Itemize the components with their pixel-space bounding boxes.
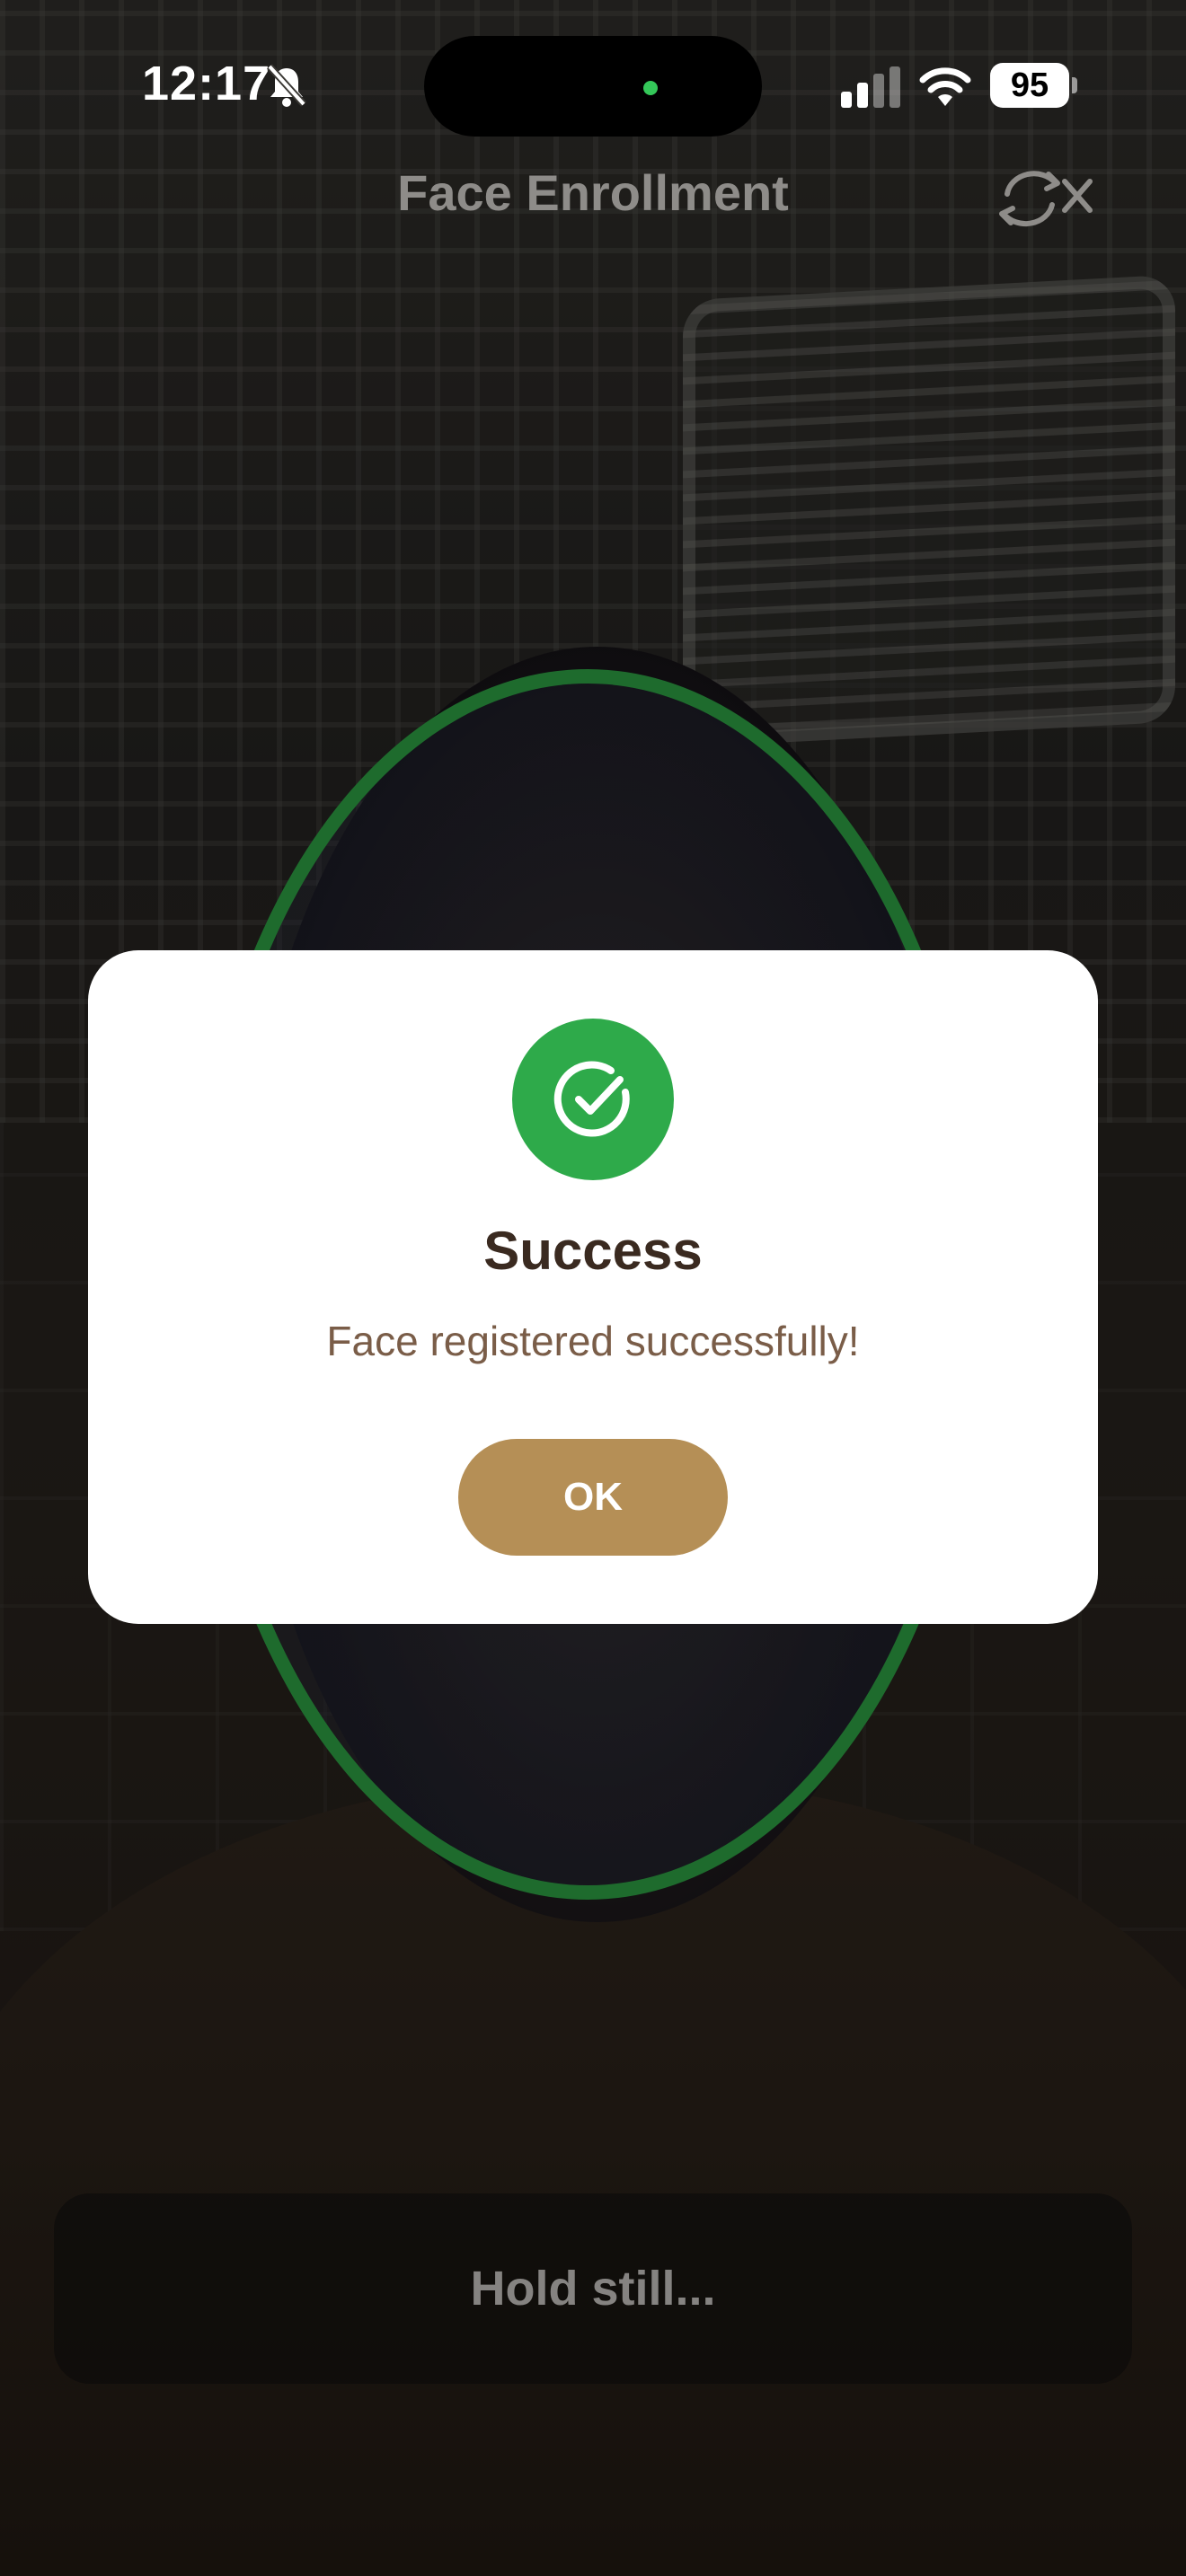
success-dialog: Success Face registered successfully! OK (88, 950, 1098, 1624)
switch-camera-button[interactable] (992, 158, 1100, 239)
success-badge (512, 1019, 674, 1180)
status-bar: 12:17 95 (0, 0, 1186, 171)
instruction-banner: Hold still... (54, 2193, 1132, 2384)
dialog-message: Face registered successfully! (326, 1318, 860, 1364)
bell-slash-icon (267, 64, 306, 107)
instruction-text: Hold still... (470, 2262, 716, 2316)
signal-icon (841, 66, 900, 108)
status-time: 12:17 (142, 57, 271, 110)
ok-button[interactable]: OK (458, 1439, 728, 1556)
check-circle-icon (553, 1061, 630, 1137)
battery-icon: 95 (990, 63, 1069, 108)
wifi-icon (919, 67, 971, 106)
camera-in-use-indicator (643, 81, 658, 95)
dynamic-island (424, 36, 762, 137)
camera-switch-off-icon (999, 171, 1093, 226)
battery-tip (1072, 77, 1077, 93)
dialog-title: Success (483, 1221, 703, 1281)
